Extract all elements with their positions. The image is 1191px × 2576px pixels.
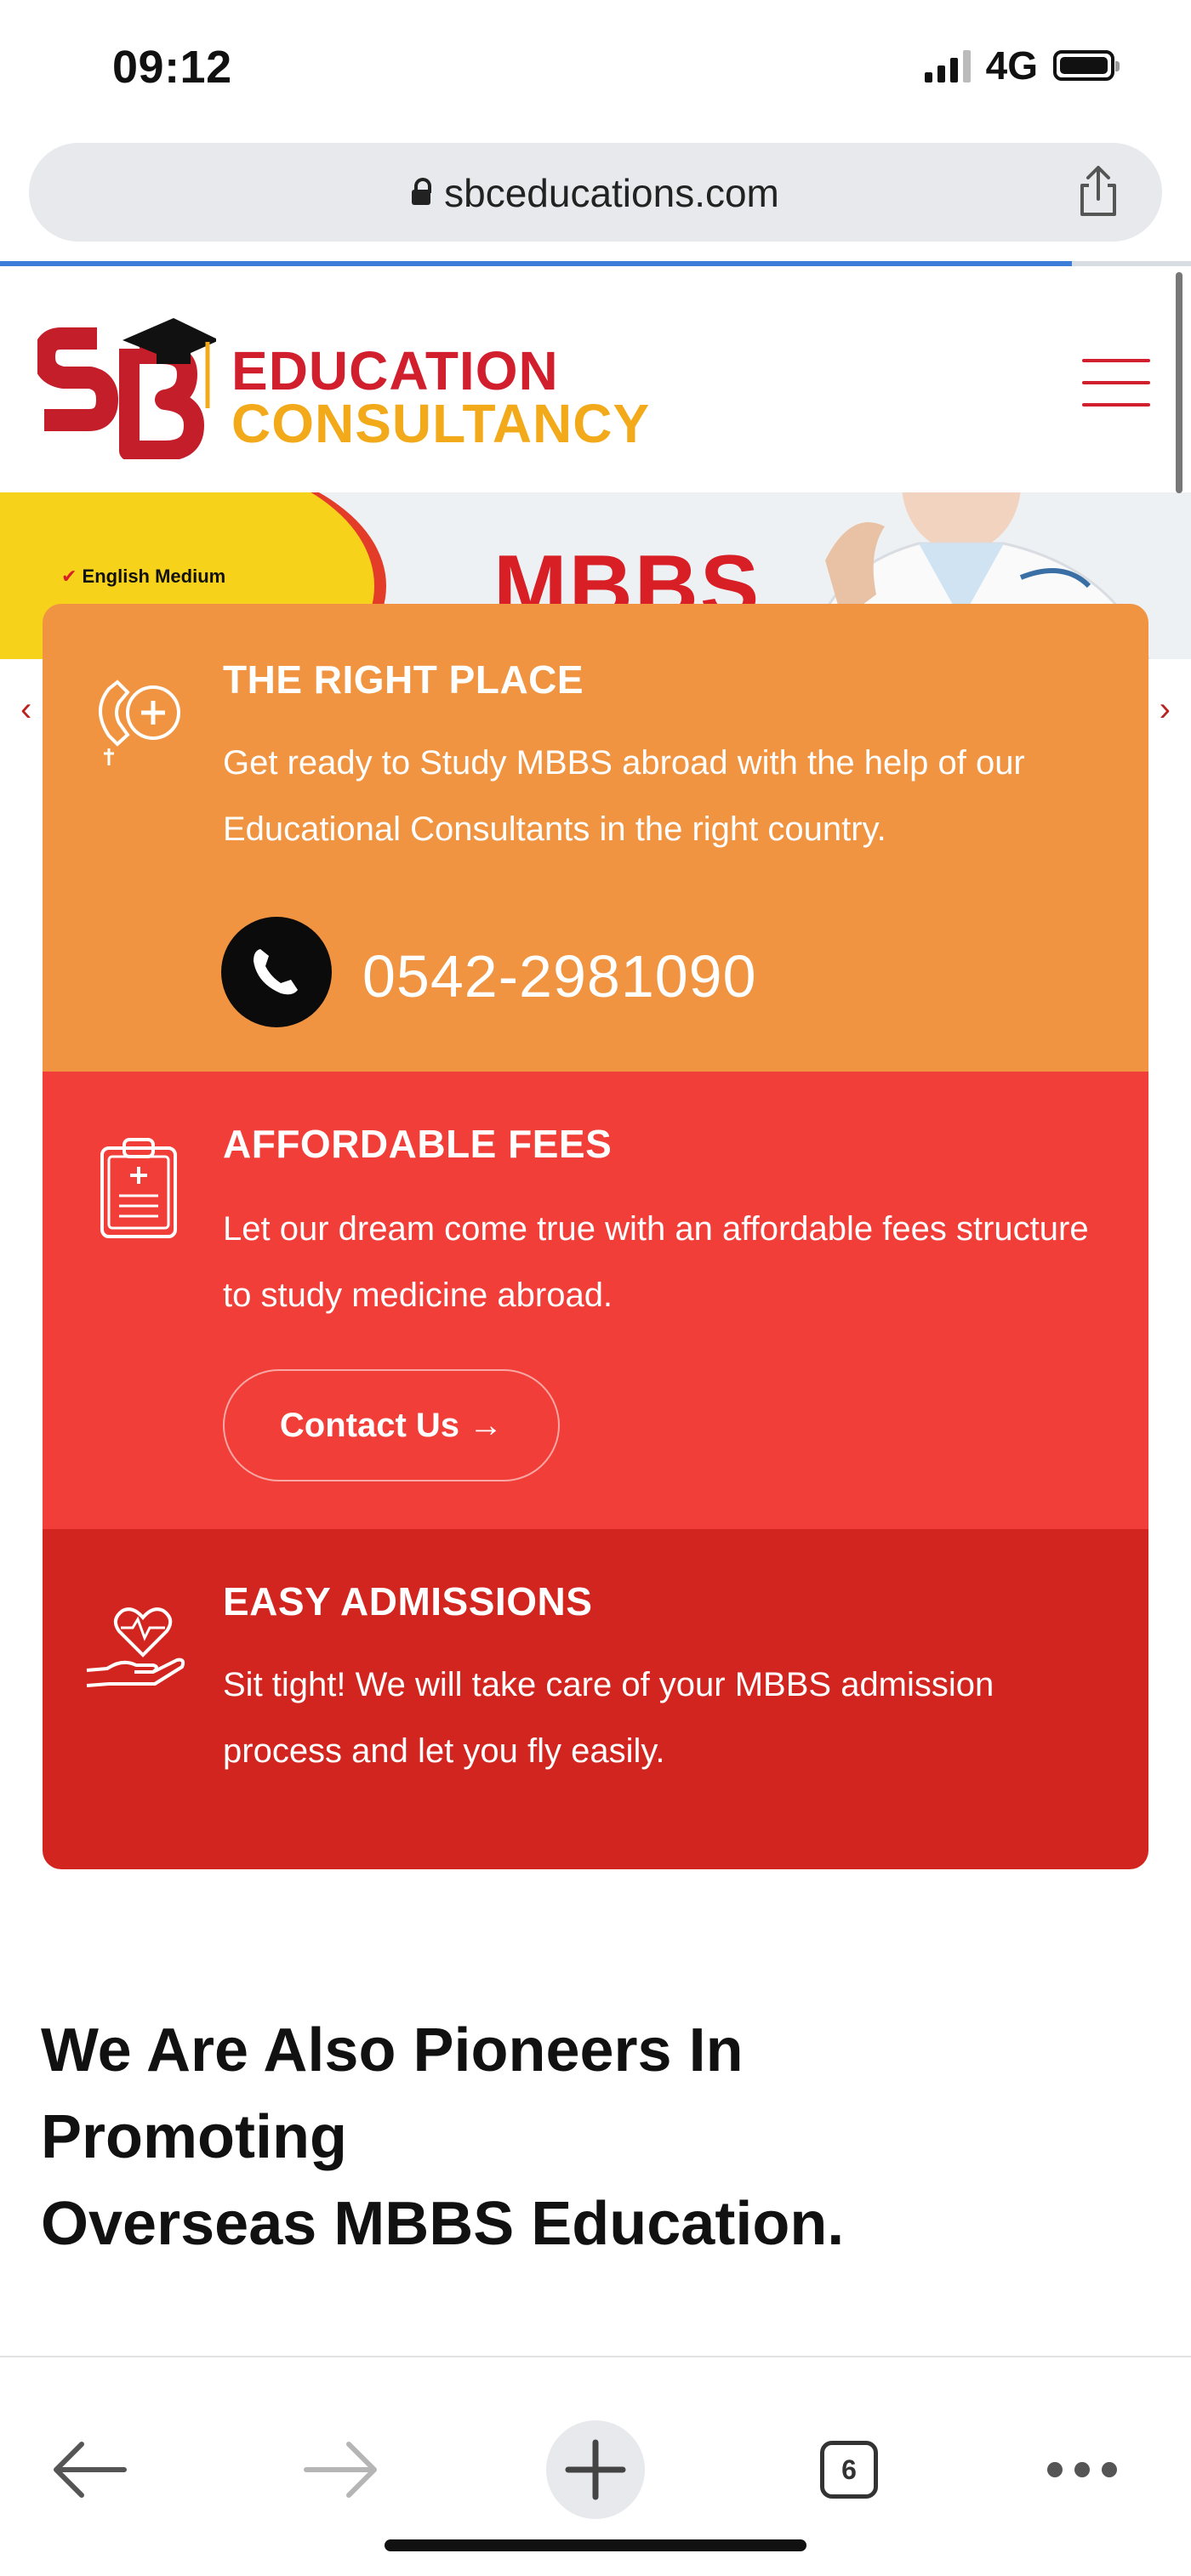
hamburger-menu-button[interactable] (1082, 359, 1150, 407)
card-easy-admissions: EASY ADMISSIONS Sit tight! We will take … (43, 1529, 1148, 1869)
site-logo[interactable]: EDUCATION CONSULTANCY (37, 315, 650, 459)
carousel-next-button[interactable]: › (1160, 691, 1171, 729)
card-title: EASY ADMISSIONS (223, 1579, 593, 1624)
address-bar[interactable]: sbceducations.com (29, 143, 1162, 242)
card-title: AFFORDABLE FEES (223, 1122, 613, 1166)
forward-arrow-icon (304, 2442, 377, 2498)
share-icon (1080, 166, 1116, 216)
phone-plus-icon (99, 680, 180, 765)
more-icon (1047, 2462, 1117, 2477)
tab-switcher-button[interactable]: 6 (800, 2419, 902, 2521)
forward-button[interactable] (289, 2419, 391, 2521)
heading-line: We Are Also Pioneers In (41, 2016, 744, 2084)
lock-icon (412, 178, 432, 205)
card-affordable-fees: AFFORDABLE FEES Let our dream come true … (43, 1072, 1148, 1529)
status-time: 09:12 (112, 42, 232, 93)
section-heading: We Are Also Pioneers In Promoting Overse… (41, 2007, 1147, 2267)
tab-count: 6 (820, 2441, 878, 2499)
network-label: 4G (985, 43, 1038, 88)
page-scrollbar[interactable] (1176, 272, 1182, 493)
share-button[interactable] (1068, 162, 1128, 221)
phone-icon (254, 949, 298, 995)
more-menu-button[interactable] (1031, 2419, 1133, 2521)
card-text: Sit tight! We will take care of your MBB… (223, 1666, 994, 1770)
carousel-prev-button[interactable]: ‹ (20, 691, 31, 729)
battery-icon (1053, 50, 1120, 81)
feature-cards: THE RIGHT PLACE Get ready to Study MBBS … (43, 604, 1148, 1869)
card-text: Let our dream come true with an affordab… (223, 1210, 1089, 1314)
heading-line: Overseas MBBS Education. (41, 2190, 845, 2258)
contact-us-button[interactable]: Contact Us → (223, 1369, 560, 1481)
signal-icon (924, 48, 971, 82)
site-header: EDUCATION CONSULTANCY (0, 267, 1191, 492)
phone-number-link[interactable]: 0542-2981090 (362, 942, 757, 1010)
page-load-progress (0, 261, 1072, 266)
card-right-place: THE RIGHT PLACE Get ready to Study MBBS … (43, 604, 1148, 1072)
call-button[interactable] (221, 917, 332, 1027)
banner-bullet: ✔ English Medium (61, 566, 226, 587)
status-indicators: 4G (924, 43, 1120, 88)
clipboard-icon (100, 1138, 177, 1238)
logo-text-consultancy: CONSULTANCY (231, 393, 651, 454)
heart-hand-icon (86, 1607, 185, 1687)
back-button[interactable] (39, 2419, 141, 2521)
status-bar: 09:12 4G (0, 0, 1191, 136)
card-text: Get ready to Study MBBS abroad with the … (223, 744, 1025, 848)
logo-text-education: EDUCATION (231, 340, 559, 401)
url-display[interactable]: sbceducations.com (29, 170, 1162, 216)
url-text: sbceducations.com (444, 171, 779, 215)
page-load-track (1072, 261, 1191, 266)
new-tab-button[interactable] (544, 2419, 647, 2521)
plus-icon (546, 2420, 645, 2519)
back-arrow-icon (54, 2442, 127, 2498)
heading-line: Promoting (41, 2103, 347, 2171)
home-indicator[interactable] (385, 2539, 806, 2551)
logo-mark (37, 318, 216, 459)
card-title: THE RIGHT PLACE (223, 657, 584, 702)
